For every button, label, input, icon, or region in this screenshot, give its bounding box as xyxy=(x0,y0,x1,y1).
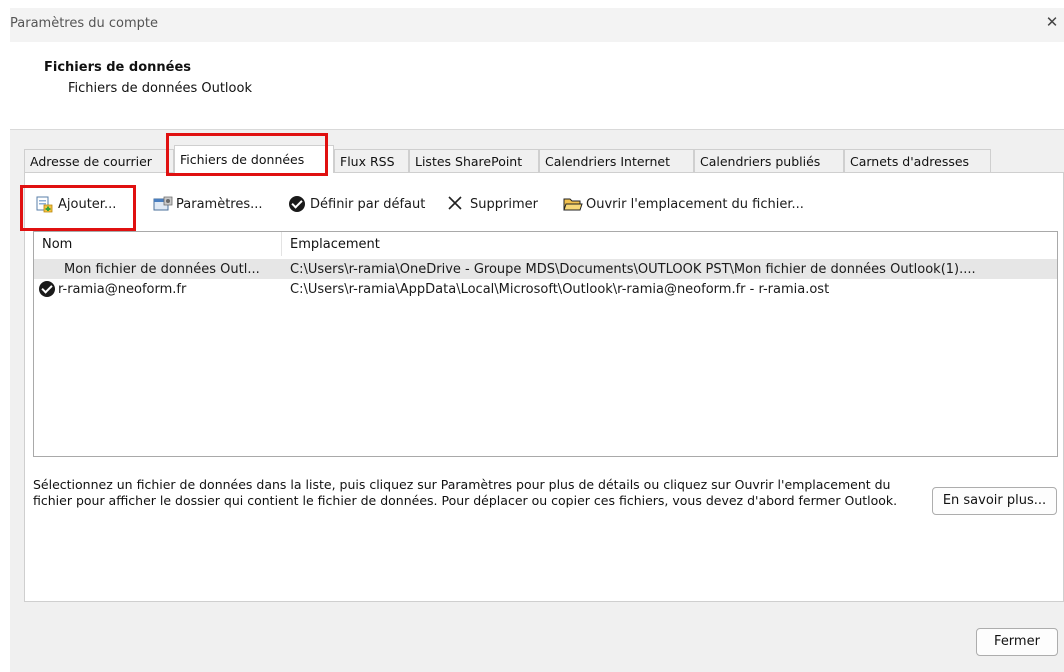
settings-button[interactable]: Paramètres... xyxy=(153,193,263,215)
add-label: Ajouter... xyxy=(58,196,117,212)
tab-content: Ajouter... Paramètres... Définir par déf… xyxy=(24,172,1064,602)
column-divider[interactable] xyxy=(281,232,282,256)
data-files-list[interactable]: Nom Emplacement Mon fichier de données O… xyxy=(33,231,1058,457)
learn-more-button[interactable]: En savoir plus... xyxy=(932,487,1057,515)
settings-label: Paramètres... xyxy=(176,196,263,212)
window-title: Paramètres du compte xyxy=(10,16,158,31)
set-default-label: Définir par défaut xyxy=(310,196,426,212)
remove-button[interactable]: Supprimer xyxy=(447,193,538,215)
tab-internet-calendars[interactable]: Calendriers Internet xyxy=(539,149,694,172)
settings-icon xyxy=(153,195,173,213)
row-location: C:\Users\r-ramia\OneDrive - Groupe MDS\D… xyxy=(290,262,976,277)
row-location: C:\Users\r-ramia\AppData\Local\Microsoft… xyxy=(290,282,830,297)
tab-strip: Adresse de courrier Fichiers de données … xyxy=(24,145,1064,173)
tab-published-calendars[interactable]: Calendriers publiés xyxy=(694,149,844,172)
section-subtitle: Fichiers de données Outlook xyxy=(68,81,252,96)
x-delete-icon xyxy=(447,195,465,213)
column-header-location[interactable]: Emplacement xyxy=(290,237,380,252)
list-header: Nom Emplacement xyxy=(34,232,1057,256)
list-row[interactable]: r-ramia@neoform.fr C:\Users\r-ramia\AppD… xyxy=(34,279,1057,299)
tab-sharepoint-lists[interactable]: Listes SharePoint xyxy=(409,149,539,172)
add-button[interactable]: Ajouter... xyxy=(35,193,116,215)
help-description: Sélectionnez un fichier de données dans … xyxy=(33,477,898,508)
column-header-name[interactable]: Nom xyxy=(42,237,72,252)
row-name: Mon fichier de données Outl... xyxy=(64,262,260,277)
open-location-label: Ouvrir l'emplacement du fichier... xyxy=(586,196,804,212)
folder-open-icon xyxy=(563,195,583,213)
remove-label: Supprimer xyxy=(470,196,538,212)
close-icon[interactable]: ✕ xyxy=(1044,14,1060,30)
set-default-button[interactable]: Définir par défaut xyxy=(289,193,425,215)
open-location-button[interactable]: Ouvrir l'emplacement du fichier... xyxy=(563,193,804,215)
tab-data-files[interactable]: Fichiers de données xyxy=(174,145,334,173)
add-data-file-icon xyxy=(35,195,53,213)
tab-email[interactable]: Adresse de courrier xyxy=(24,149,174,172)
default-checkmark-icon xyxy=(39,281,55,297)
close-button[interactable]: Fermer xyxy=(976,628,1058,656)
section-title: Fichiers de données xyxy=(44,60,192,75)
header-panel: Fichiers de données Fichiers de données … xyxy=(10,42,1064,130)
checkmark-circle-icon xyxy=(289,196,305,212)
tab-rss-feeds[interactable]: Flux RSS xyxy=(334,149,409,172)
list-row[interactable]: Mon fichier de données Outl... C:\Users\… xyxy=(34,259,1057,279)
account-settings-dialog: Paramètres du compte ✕ Fichiers de donné… xyxy=(10,8,1064,672)
title-bar: Paramètres du compte ✕ xyxy=(10,8,1064,42)
row-name: r-ramia@neoform.fr xyxy=(58,282,187,297)
tab-address-books[interactable]: Carnets d'adresses xyxy=(844,149,991,172)
